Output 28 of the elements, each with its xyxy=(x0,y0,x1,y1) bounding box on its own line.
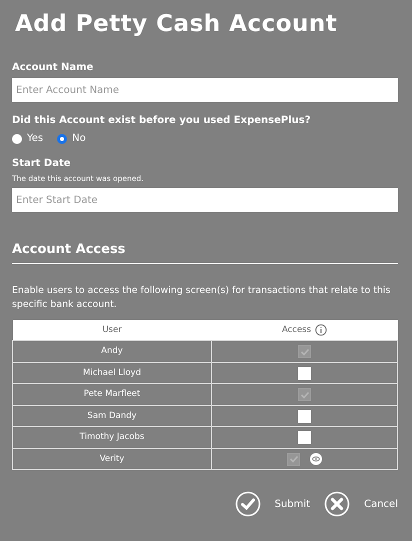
radio-option[interactable]: Yes xyxy=(12,131,44,146)
checkbox[interactable] xyxy=(298,410,311,422)
field-label: Account Name xyxy=(12,61,94,75)
column-header: User xyxy=(12,320,212,341)
table-cell: Pete Marfleet xyxy=(12,384,212,406)
checkbox[interactable] xyxy=(298,431,311,444)
start-date-field[interactable]: Enter Start Date xyxy=(12,188,398,212)
field-label: Did this Account exist before you used ExpensePlus? xyxy=(12,114,312,128)
table-cell: Verity xyxy=(12,448,212,470)
radio-option[interactable]: No xyxy=(57,131,86,146)
page-title: Add Petty Cash Account xyxy=(14,10,338,39)
checkbox[interactable] xyxy=(298,366,311,380)
radio-button[interactable] xyxy=(12,134,22,144)
table-cell: Timothy Jacobs xyxy=(12,426,212,448)
info-icon[interactable] xyxy=(315,324,328,336)
description: Enable users to access the following screen(s) for transactions that relate to this specific bank account. xyxy=(12,284,392,312)
field-label: Start Date xyxy=(12,157,72,171)
radio-button[interactable] xyxy=(57,134,68,144)
table-cell: Andy xyxy=(12,340,212,362)
section-heading: Account Access xyxy=(12,240,398,264)
cancel-button[interactable]: Cancel xyxy=(324,491,398,518)
table-cell: Michael Lloyd xyxy=(12,362,212,384)
column-header: Access xyxy=(282,324,312,336)
close-circle-icon xyxy=(324,491,350,518)
check-circle-icon xyxy=(234,491,261,518)
table-cell: Sam Dandy xyxy=(12,405,212,427)
submit-button[interactable]: Submit xyxy=(234,491,310,518)
account-name-field[interactable]: Enter Account Name xyxy=(12,78,398,102)
